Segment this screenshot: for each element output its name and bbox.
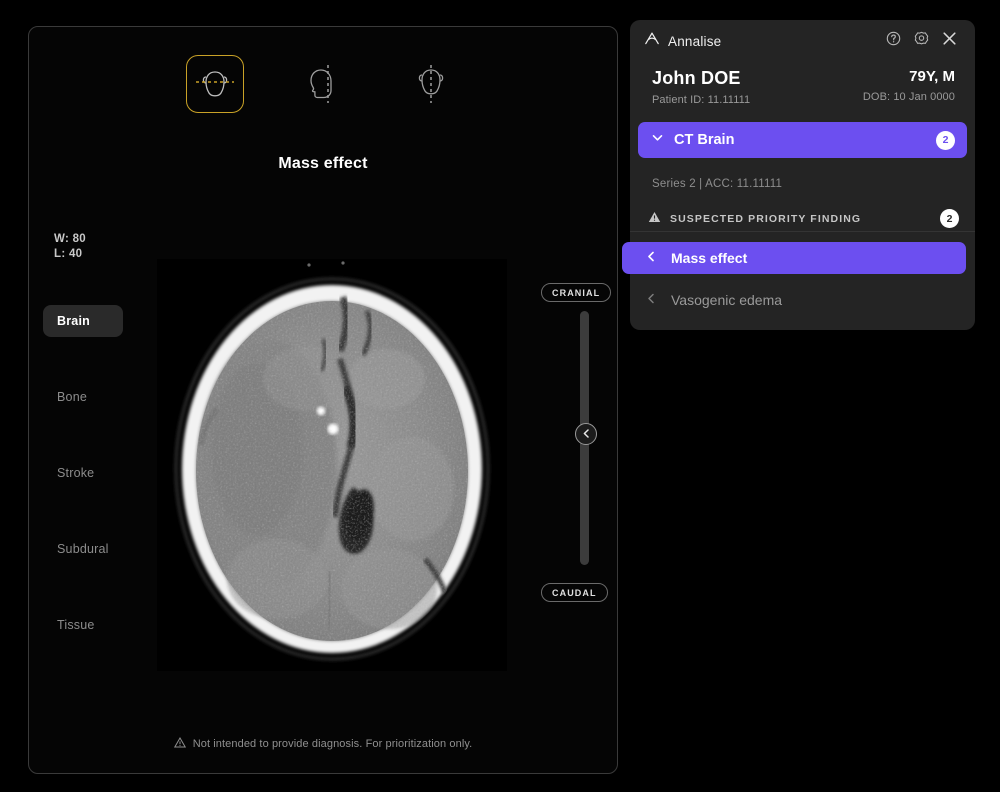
brand: Annalise [644,31,721,51]
brand-name: Annalise [668,34,721,49]
preset-brain[interactable]: Brain [43,305,123,337]
warning-triangle-icon [648,210,661,228]
patient-dob: DOB: 10 Jan 0000 [863,91,955,103]
patient-identity: John DOE Patient ID: 11.11111 [652,68,750,106]
level-value: L: 40 [54,247,86,262]
disclaimer-text: Not intended to provide diagnosis. For p… [193,738,473,750]
chevron-down-icon [651,131,664,149]
preset-label: Tissue [57,618,95,632]
study-label: CT Brain [674,132,734,148]
chevron-left-icon [582,425,591,443]
orientation-toolbar [29,55,617,113]
preset-label: Subdural [57,542,109,556]
sagittal-head-icon [301,62,345,106]
gear-icon[interactable] [914,31,929,51]
priority-finding-label: SUSPECTED PRIORITY FINDING [670,213,861,225]
patient-demographics: 79Y, M DOB: 10 Jan 0000 [863,68,955,103]
orientation-coronal-button[interactable] [402,55,460,113]
preset-subdural[interactable]: Subdural [43,533,123,565]
coronal-head-icon [409,62,453,106]
panel-header: Annalise [630,20,975,62]
study-count-badge: 2 [936,131,955,150]
patient-summary: John DOE Patient ID: 11.11111 79Y, M DOB… [630,62,975,122]
patient-name: John DOE [652,68,750,89]
finding-mass-effect[interactable]: Mass effect [622,242,966,274]
preset-label: Stroke [57,466,94,480]
finding-label: Mass effect [671,250,747,266]
finding-vasogenic-edema[interactable]: Vasogenic edema [630,284,975,316]
help-icon[interactable] [886,31,901,51]
disclaimer: Not intended to provide diagnosis. For p… [29,737,617,751]
patient-id: Patient ID: 11.11111 [652,94,750,106]
series-info: Series 2 | ACC: 11.11111 [630,158,975,190]
study-accordion-ct-brain[interactable]: CT Brain 2 [638,122,967,158]
collapse-panel-button[interactable] [575,423,597,445]
ct-axial-slice-image[interactable] [157,259,507,671]
orientation-sagittal-button[interactable] [294,55,352,113]
priority-finding-section-header: SUSPECTED PRIORITY FINDING 2 [630,206,975,232]
series-title: Mass effect [29,155,617,173]
panel-header-actions [886,31,957,51]
cranial-label: CRANIAL [541,283,611,302]
preset-label: Bone [57,390,87,404]
window-value: W: 80 [54,232,86,247]
findings-panel: Annalise [630,20,975,330]
image-viewport[interactable]: Mass effect W: 80 L: 40 Brain Bone Strok… [28,26,618,774]
caudal-label: CAUDAL [541,583,608,602]
preset-tissue[interactable]: Tissue [43,609,123,641]
priority-finding-count-badge: 2 [940,209,959,228]
chevron-left-icon [646,249,657,267]
app-root: Mass effect W: 80 L: 40 Brain Bone Strok… [0,0,1000,792]
orientation-axial-button[interactable] [186,55,244,113]
preset-label: Brain [57,314,90,328]
patient-age-sex: 79Y, M [863,68,955,85]
annalise-logo-icon [644,31,660,51]
close-icon[interactable] [942,31,957,51]
chevron-left-icon [646,291,657,309]
axial-head-icon [193,64,237,104]
finding-label: Vasogenic edema [671,292,782,308]
warning-triangle-icon [174,737,186,751]
window-level-readout: W: 80 L: 40 [54,232,86,262]
window-preset-list: Brain Bone Stroke Subdural Tissue [43,305,123,685]
preset-stroke[interactable]: Stroke [43,457,123,489]
preset-bone[interactable]: Bone [43,381,123,413]
